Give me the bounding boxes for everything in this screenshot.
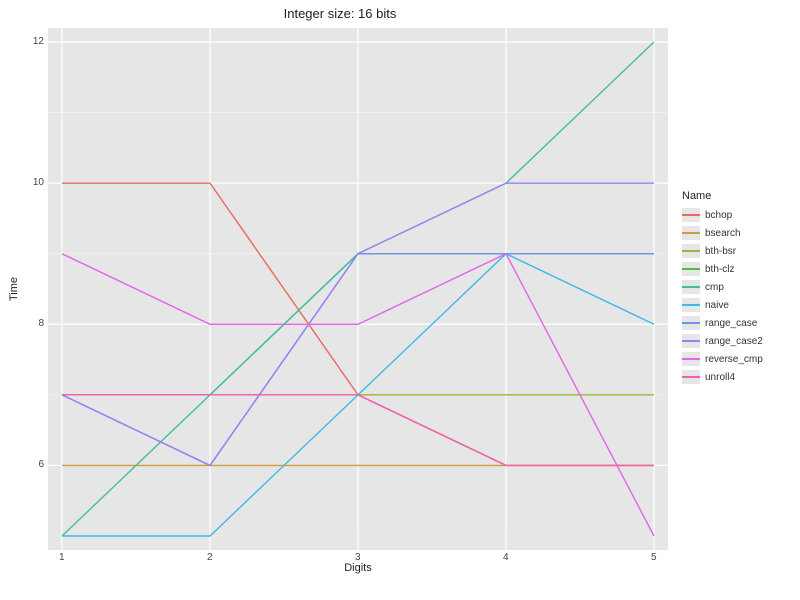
- legend-swatch: [682, 244, 700, 258]
- legend-swatch: [682, 334, 700, 348]
- legend-label: naive: [705, 300, 729, 311]
- legend-item: reverse_cmp: [682, 350, 792, 368]
- y-tick-label: 6: [38, 459, 44, 470]
- legend-label: bsearch: [705, 228, 741, 239]
- legend: Name bchop bsearch bth-bsr bth-clz cmp naive r…: [682, 190, 792, 386]
- legend-item: cmp: [682, 278, 792, 296]
- legend-label: bth-clz: [705, 264, 734, 275]
- legend-label: cmp: [705, 282, 724, 293]
- legend-title: Name: [682, 190, 792, 202]
- legend-label: unroll4: [705, 372, 735, 383]
- chart-title: Integer size: 16 bits: [0, 6, 680, 21]
- x-axis-label: Digits: [48, 562, 668, 574]
- legend-item: bth-clz: [682, 260, 792, 278]
- legend-item: bchop: [682, 206, 792, 224]
- legend-swatch: [682, 370, 700, 384]
- legend-swatch: [682, 352, 700, 366]
- legend-label: range_case2: [705, 336, 763, 347]
- chart-plot: [48, 28, 668, 550]
- legend-swatch: [682, 262, 700, 276]
- legend-swatch: [682, 208, 700, 222]
- y-tick-label: 12: [33, 36, 44, 47]
- legend-item: bth-bsr: [682, 242, 792, 260]
- y-tick-label: 10: [33, 177, 44, 188]
- y-tick-label: 8: [38, 318, 44, 329]
- y-axis-label: Time: [8, 28, 20, 550]
- legend-label: reverse_cmp: [705, 354, 763, 365]
- legend-item: bsearch: [682, 224, 792, 242]
- legend-swatch: [682, 298, 700, 312]
- legend-item: naive: [682, 296, 792, 314]
- legend-swatch: [682, 316, 700, 330]
- chart-stage: Integer size: 16 bits 681012 12345 Digit…: [0, 0, 800, 600]
- legend-label: bth-bsr: [705, 246, 736, 257]
- legend-swatch: [682, 280, 700, 294]
- legend-item: range_case: [682, 314, 792, 332]
- legend-item: unroll4: [682, 368, 792, 386]
- legend-label: bchop: [705, 210, 732, 221]
- legend-swatch: [682, 226, 700, 240]
- legend-item: range_case2: [682, 332, 792, 350]
- legend-label: range_case: [705, 318, 757, 329]
